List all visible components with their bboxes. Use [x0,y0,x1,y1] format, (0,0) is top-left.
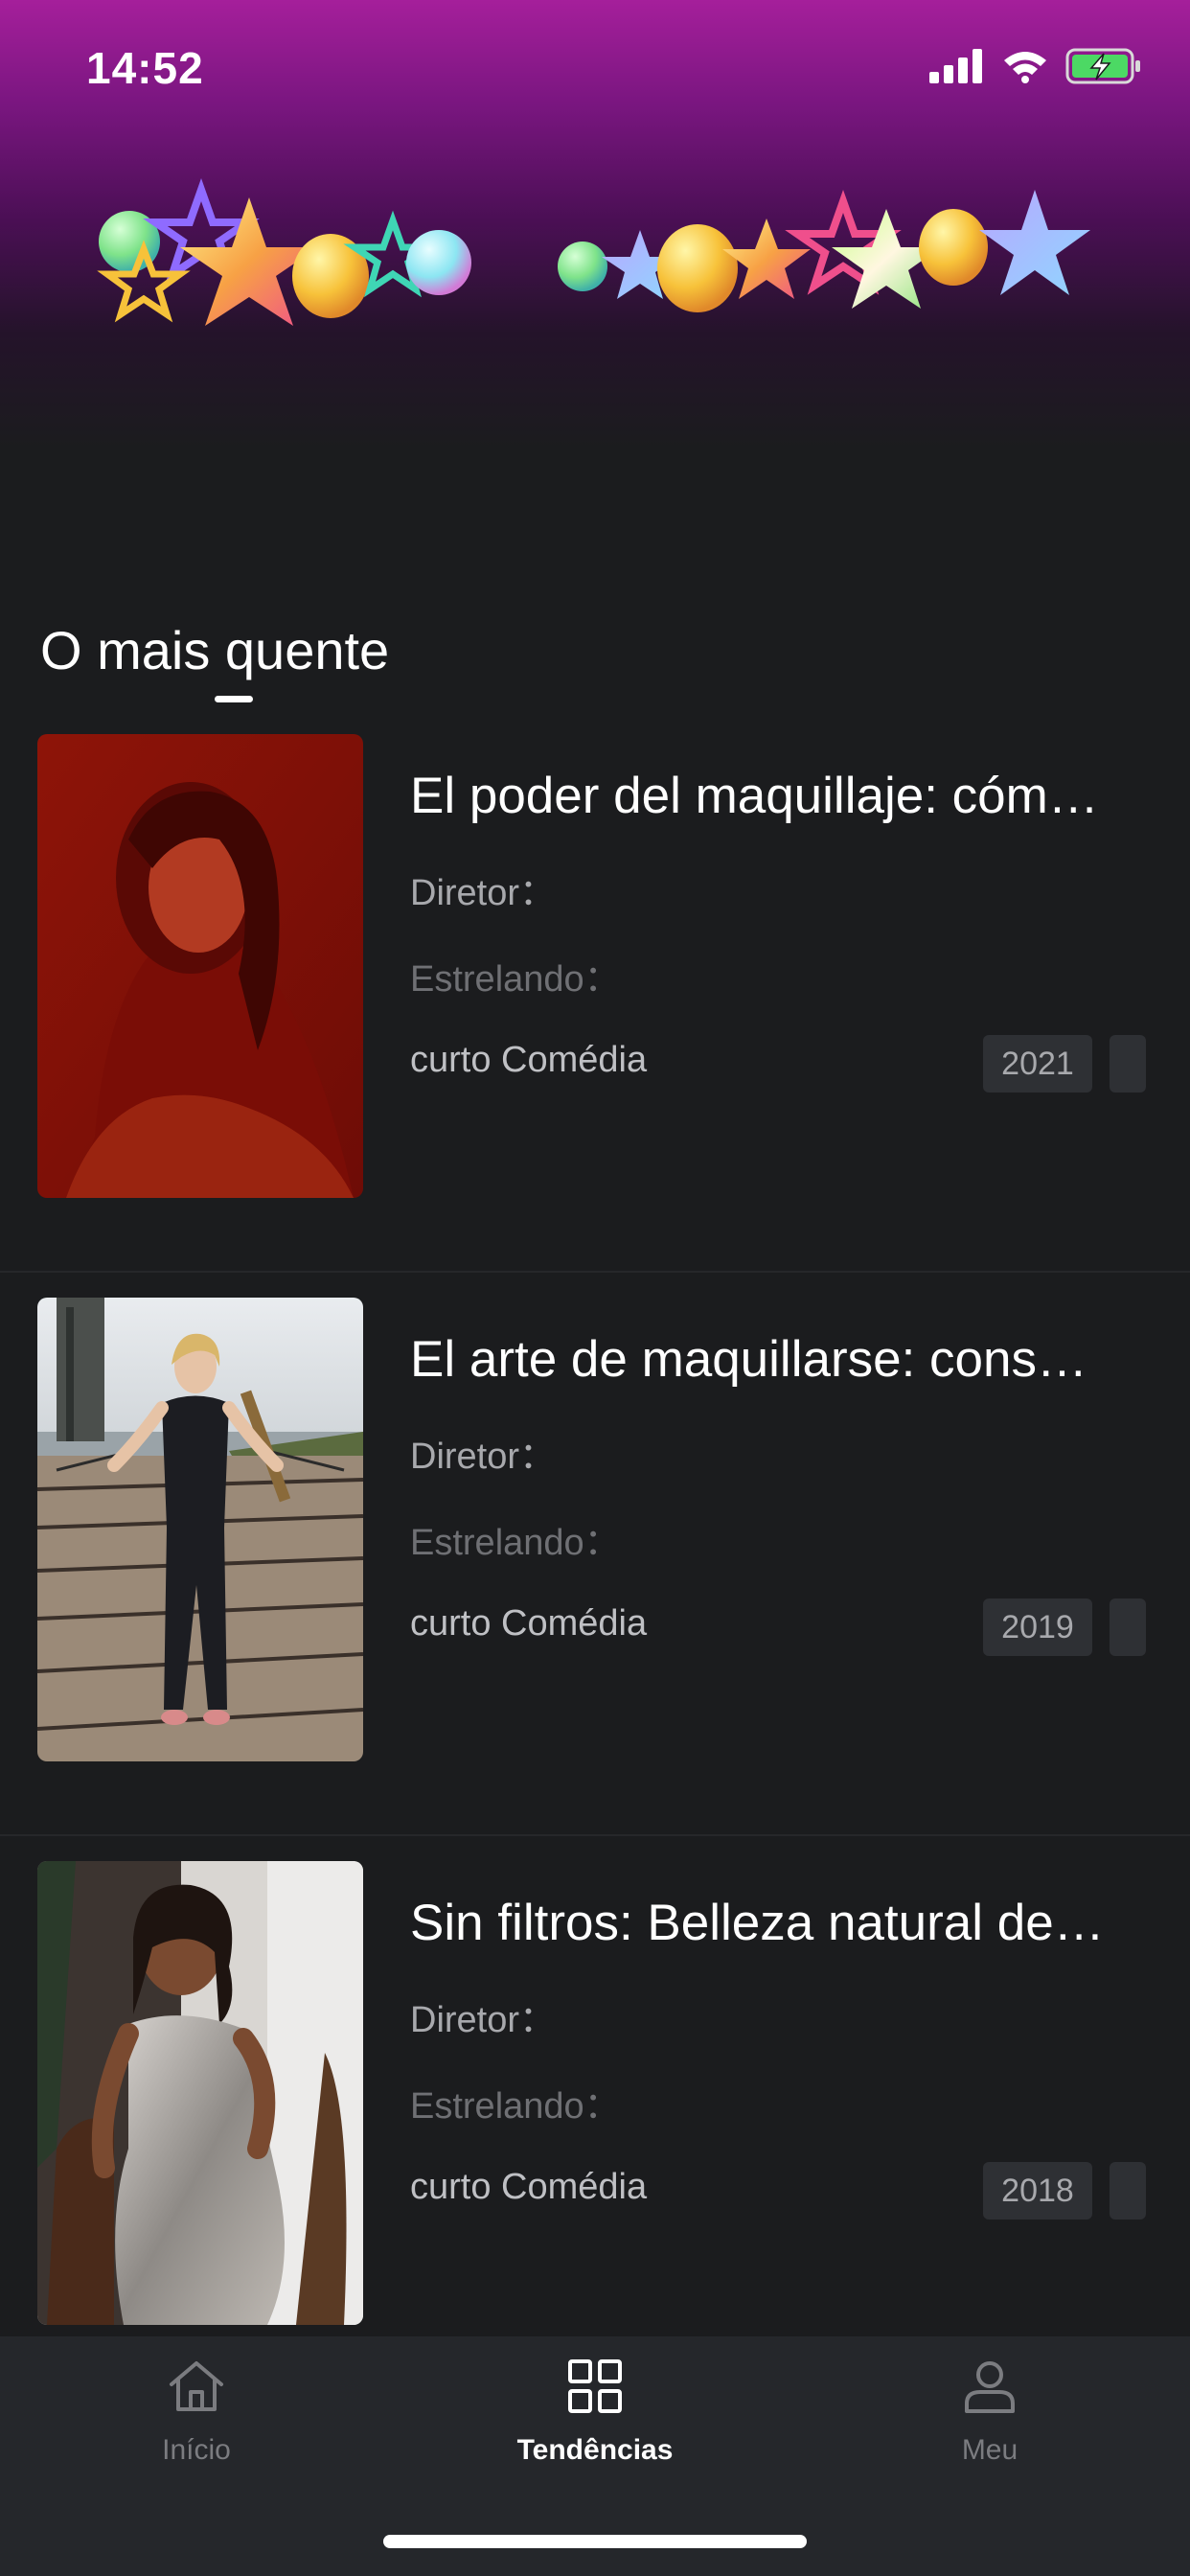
list-item[interactable]: El arte de maquillarse: cons… Diretor： E… [0,1273,1190,1836]
list-item[interactable]: El poder del maquillaje: cóm… Diretor： E… [0,709,1190,1273]
poster-image[interactable] [37,734,363,1198]
extra-badge [1110,2162,1146,2220]
year-badge: 2019 [983,1598,1092,1656]
tab-trends[interactable]: Tendências [480,2356,710,2499]
decorative-balloons-stars [97,177,1090,326]
cast-label: Estrelando： [410,1523,621,1563]
extra-badge [1110,1598,1146,1656]
item-title[interactable]: El poder del maquillaje: cóm… [410,767,1138,825]
list-item[interactable]: Sin filtros: Belleza natural de… Diretor… [0,1836,1190,2398]
poster-image[interactable] [37,1298,363,1761]
poster-image[interactable] [37,1861,363,2325]
section-title: O mais quente [40,620,390,680]
status-icons [929,48,1142,89]
home-indicator[interactable] [383,2535,807,2548]
battery-charging-icon [1065,48,1142,89]
user-icon [959,2356,1020,2417]
cellular-signal-icon [929,49,985,88]
grid-icon [564,2356,626,2417]
tab-trends-label: Tendências [516,2434,674,2466]
year-badge: 2021 [983,1035,1092,1092]
extra-badge [1110,1035,1146,1092]
director-label: Diretor： [410,2000,557,2040]
movie-list: El poder del maquillaje: cóm… Diretor： E… [0,709,1190,2398]
item-title[interactable]: El arte de maquillarse: cons… [410,1330,1138,1389]
item-title[interactable]: Sin filtros: Belleza natural de… [410,1894,1138,1952]
genre-label: curto Comédia [410,1040,648,1080]
director-label: Diretor： [410,873,557,913]
wifi-icon [1002,49,1048,88]
tab-home-label: Início [162,2434,231,2466]
cast-label: Estrelando： [410,959,621,1000]
status-bar: 14:52 [0,0,1190,134]
tab-me[interactable]: Meu [875,2356,1105,2499]
home-icon [166,2356,227,2417]
title-underline-indicator [215,696,253,702]
tab-home[interactable]: Início [81,2356,311,2499]
director-label: Diretor： [410,1437,557,1477]
year-badge: 2018 [983,2162,1092,2220]
tab-me-label: Meu [961,2434,1018,2466]
genre-label: curto Comédia [410,2167,648,2207]
header-banner: 14:52 [0,0,1190,575]
cast-label: Estrelando： [410,2086,621,2127]
genre-label: curto Comédia [410,1603,648,1644]
status-time: 14:52 [86,43,204,93]
